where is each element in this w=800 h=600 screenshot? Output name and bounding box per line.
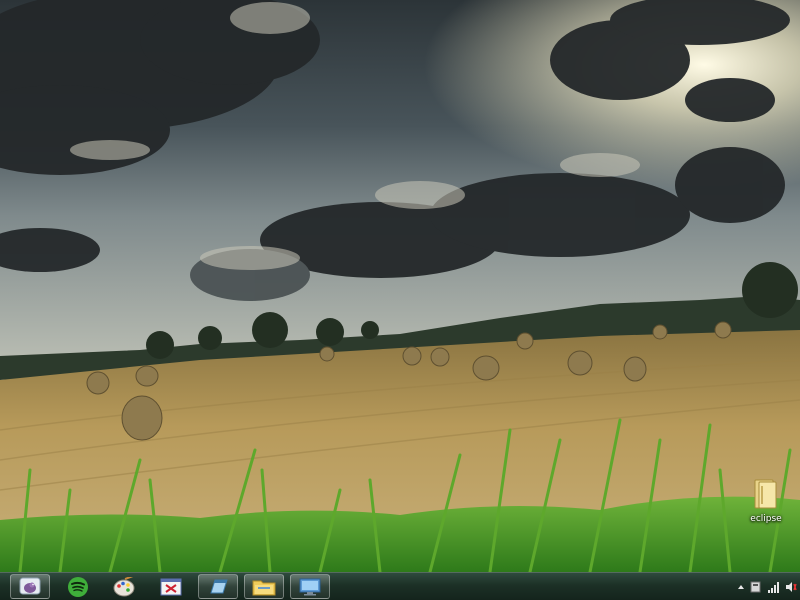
taskbar [0, 572, 800, 600]
volume-icon[interactable] [785, 581, 797, 593]
taskbar-button-window-app[interactable] [198, 574, 238, 599]
file-explorer-icon [252, 580, 276, 595]
window-app-icon [210, 579, 228, 593]
desktop-icon-eclipse[interactable]: eclipse [744, 476, 788, 524]
wallpaper-landscape [0, 0, 800, 572]
system-tray [734, 573, 800, 600]
show-hidden-icons-arrow[interactable] [737, 583, 745, 591]
taskbar-button-paint[interactable] [104, 574, 144, 599]
folder-icon [754, 479, 777, 509]
taskbar-button-remote-desktop[interactable] [290, 574, 330, 599]
taskbar-button-certificate[interactable] [151, 574, 191, 599]
network-signal-icon[interactable] [767, 581, 780, 593]
taskbar-button-spotify[interactable] [58, 574, 98, 599]
taskbar-button-file-explorer[interactable] [244, 574, 284, 599]
desktop[interactable]: eclipse [0, 0, 800, 600]
paint-palette-icon [113, 576, 135, 596]
spotify-icon [68, 576, 88, 597]
pidgin-icon [19, 577, 41, 594]
remote-desktop-icon [299, 578, 321, 595]
desktop-icon-label: eclipse [750, 514, 782, 524]
taskbar-button-pidgin[interactable] [10, 574, 50, 599]
certificate-icon [160, 578, 182, 595]
action-center-flag-icon[interactable] [750, 581, 762, 593]
